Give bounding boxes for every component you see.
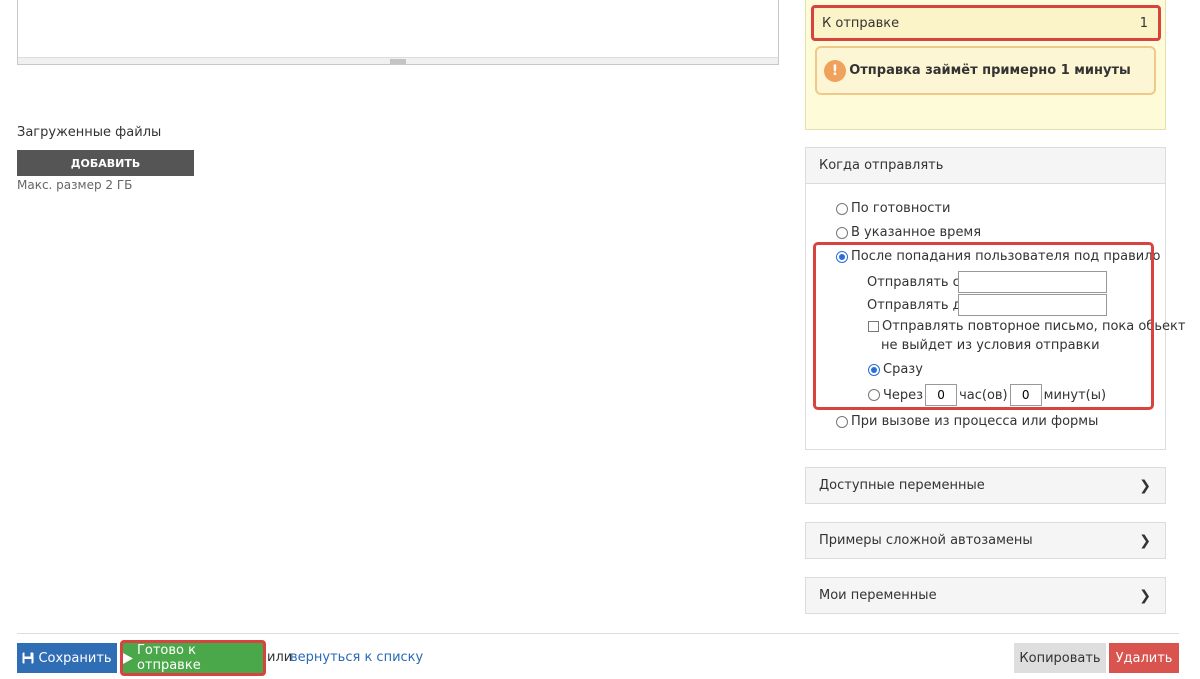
accordion-my-variables[interactable]: Мои переменные ❯ — [805, 577, 1166, 614]
floppy-icon — [22, 652, 34, 664]
repeat-line1: Отправлять повторное письмо, пока обьект — [882, 319, 1186, 334]
radio-ready[interactable] — [836, 202, 848, 215]
max-size-note: Макс. размер 2 ГБ — [17, 178, 133, 192]
hours-unit: час(ов) — [959, 387, 1008, 403]
send-from-input[interactable] — [958, 271, 1107, 293]
repeat-line2: не выйдет из условия отправки — [881, 338, 1100, 353]
resize-handle[interactable] — [390, 59, 406, 64]
option-immediately[interactable]: Сразу — [868, 362, 923, 377]
add-file-button[interactable]: ДОБАВИТЬ — [17, 150, 194, 176]
save-label: Сохранить — [38, 650, 112, 666]
delete-button[interactable]: Удалить — [1109, 643, 1179, 673]
to-send-row: К отправке 1 — [811, 5, 1161, 41]
repeat-checkbox[interactable] — [868, 321, 879, 332]
send-time-notice: ! Отправка займёт примерно 1 минуты — [815, 46, 1156, 95]
or-text: или — [267, 650, 293, 665]
accordion-examples-label: Примеры сложной автозамены — [819, 533, 1033, 548]
option-after[interactable]: Через час(ов) минут(ы) — [868, 384, 1106, 406]
accordion-examples[interactable]: Примеры сложной автозамены ❯ — [805, 522, 1166, 559]
hours-input[interactable] — [925, 384, 958, 406]
notice-text: Отправка займёт примерно 1 минуты — [849, 63, 1131, 78]
back-to-list-link[interactable]: вернуться к списку — [290, 650, 423, 665]
option-ready[interactable]: По готовности — [836, 201, 950, 216]
accordion-my-variables-label: Мои переменные — [819, 588, 937, 603]
option-rule-label: После попадания пользователя под правило — [851, 249, 1161, 264]
option-rule[interactable]: После попадания пользователя под правило — [836, 249, 1161, 264]
to-send-count: 1 — [1139, 15, 1148, 31]
option-process-label: При вызове из процесса или формы — [851, 414, 1099, 429]
option-immediately-label: Сразу — [883, 362, 923, 377]
chevron-right-icon: ❯ — [1139, 532, 1151, 549]
uploaded-files-label: Загруженные файлы — [17, 125, 162, 140]
send-to-label: Отправлять до — [867, 298, 970, 313]
repeat-option[interactable]: Отправлять повторное письмо, пока обьект — [868, 319, 1185, 334]
save-button[interactable]: Сохранить — [17, 643, 117, 673]
chevron-right-icon: ❯ — [1139, 477, 1151, 494]
option-scheduled-label: В указанное время — [851, 225, 982, 240]
editor-area[interactable] — [17, 0, 779, 65]
accordion-variables-label: Доступные переменные — [819, 478, 985, 493]
minutes-input[interactable] — [1009, 384, 1042, 406]
radio-process[interactable] — [836, 415, 848, 428]
footer-divider — [17, 633, 1179, 634]
option-ready-label: По готовности — [851, 201, 951, 216]
radio-after[interactable] — [868, 389, 880, 401]
ready-to-send-button[interactable]: Готово к отправке — [120, 640, 266, 676]
to-send-label: К отправке — [822, 15, 900, 31]
when-to-send-panel: Когда отправлять По готовности В указанн… — [805, 147, 1185, 450]
radio-immediately[interactable] — [868, 363, 880, 376]
minutes-unit: минут(ы) — [1043, 387, 1107, 403]
exclamation-icon: ! — [824, 59, 846, 82]
accordion-variables[interactable]: Доступные переменные ❯ — [805, 467, 1166, 504]
radio-rule[interactable] — [836, 250, 848, 263]
when-to-send-header: Когда отправлять — [806, 148, 1165, 184]
option-scheduled[interactable]: В указанное время — [836, 225, 981, 240]
after-label: Через — [883, 387, 924, 403]
play-icon — [123, 652, 133, 664]
send-to-input[interactable] — [958, 294, 1107, 316]
chevron-right-icon: ❯ — [1139, 587, 1151, 604]
send-from-label: Отправлять с — [867, 275, 960, 290]
ready-label: Готово к отправке — [136, 643, 201, 673]
editor-statusbar — [18, 57, 778, 64]
copy-button[interactable]: Копировать — [1014, 643, 1106, 673]
option-process[interactable]: При вызове из процесса или формы — [836, 414, 1098, 429]
radio-scheduled[interactable] — [836, 226, 848, 239]
